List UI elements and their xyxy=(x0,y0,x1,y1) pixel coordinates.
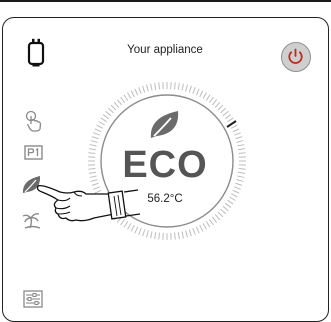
dial-tick xyxy=(189,229,191,236)
dial-tick xyxy=(178,83,179,90)
dial-tick xyxy=(221,209,226,214)
dial-tick xyxy=(106,111,111,115)
dial-tick xyxy=(114,102,119,107)
dial-tick xyxy=(196,89,199,95)
dial-tick xyxy=(143,229,145,236)
dial-tick xyxy=(203,93,207,99)
dial-tick xyxy=(159,82,160,89)
dial-tick xyxy=(189,86,191,93)
dial-tick xyxy=(147,231,149,238)
dial-tick xyxy=(108,108,113,113)
dial-tick xyxy=(233,129,239,132)
dial-tick xyxy=(225,115,231,119)
dial-tick xyxy=(92,137,99,139)
dial-tick xyxy=(101,118,107,122)
dial-tick xyxy=(90,176,97,177)
dial-tick xyxy=(200,91,203,97)
dial-tick xyxy=(131,91,134,97)
dial-tick xyxy=(231,125,237,128)
dial-tick xyxy=(238,149,245,150)
dial-tick xyxy=(203,223,207,229)
dial-tick xyxy=(175,82,176,89)
dial-tick xyxy=(237,141,244,143)
dial-tick xyxy=(139,87,142,94)
dial-tick xyxy=(223,111,228,115)
dial-tick xyxy=(209,219,213,225)
dial-tick xyxy=(223,206,228,210)
dial-tick xyxy=(218,105,223,110)
dial-tick xyxy=(88,169,95,170)
dial-tick xyxy=(212,217,216,222)
dial-tick xyxy=(182,84,183,91)
dial-tick xyxy=(155,232,156,239)
power-icon xyxy=(282,43,309,70)
top-border xyxy=(0,0,331,2)
dial-tick xyxy=(175,233,176,240)
dial-tick xyxy=(178,232,179,239)
eco-mode-leaf-icon xyxy=(148,108,182,142)
dial-tick xyxy=(91,141,98,143)
dial-tick xyxy=(182,231,183,238)
dial-tick xyxy=(233,190,239,193)
dial-tick xyxy=(193,87,196,94)
dial-tick xyxy=(90,145,97,146)
dial-tick xyxy=(238,172,245,173)
dial-tick xyxy=(227,200,233,204)
dial-tick xyxy=(159,233,160,240)
dial-tick xyxy=(147,85,149,92)
dial-tick xyxy=(227,118,233,122)
dial-tick xyxy=(89,172,96,173)
dial-tick xyxy=(151,231,152,238)
dial-tick xyxy=(218,212,223,217)
settings-sliders-icon[interactable] xyxy=(23,290,43,308)
dial-tick xyxy=(231,194,237,197)
dial-tick xyxy=(95,129,101,132)
dial-tick xyxy=(234,133,241,136)
dial-tick xyxy=(128,93,132,99)
touch-icon[interactable] xyxy=(24,110,44,132)
dial-tick xyxy=(239,169,246,170)
dial-tick xyxy=(93,133,100,136)
dial-tick xyxy=(196,227,199,233)
dial-tick xyxy=(221,108,226,113)
dial-tick xyxy=(225,203,231,207)
dial-tick xyxy=(206,95,210,101)
water-heater-icon[interactable] xyxy=(26,38,46,68)
dial-tick xyxy=(237,176,244,177)
dial-tick xyxy=(151,84,152,91)
dial-tick xyxy=(186,231,188,238)
dial-tick xyxy=(103,115,109,119)
dial-tick xyxy=(143,86,145,93)
dial-tick xyxy=(111,105,116,110)
dial-tick xyxy=(88,153,95,154)
dial-tick xyxy=(234,187,241,190)
dial-tick xyxy=(89,149,96,150)
dial-tick xyxy=(206,221,210,227)
dial-tick xyxy=(235,183,242,185)
dial-tick xyxy=(155,83,156,90)
dial-tick xyxy=(237,145,244,146)
p1-program-icon[interactable] xyxy=(24,145,43,160)
dial-tick xyxy=(117,100,121,105)
dial-tick xyxy=(215,102,220,107)
dial-tick xyxy=(235,137,242,139)
dial-tick xyxy=(193,228,196,235)
dial-tick xyxy=(209,97,213,103)
dial-tick xyxy=(135,89,138,95)
dial-tick xyxy=(237,180,244,182)
dial-tick xyxy=(99,122,105,126)
dial-tick xyxy=(186,85,188,92)
page-title: Your appliance xyxy=(100,44,230,56)
dial-tick xyxy=(212,100,216,105)
pointing-hand-icon xyxy=(30,180,140,240)
dial-tick xyxy=(121,97,125,103)
dial-tick xyxy=(239,153,246,154)
dial-tick xyxy=(124,95,128,101)
power-button[interactable] xyxy=(281,42,311,72)
dial-tick xyxy=(97,125,103,128)
dial-tick xyxy=(215,215,220,220)
dial-tick xyxy=(229,197,235,201)
dial-tick xyxy=(200,225,203,231)
